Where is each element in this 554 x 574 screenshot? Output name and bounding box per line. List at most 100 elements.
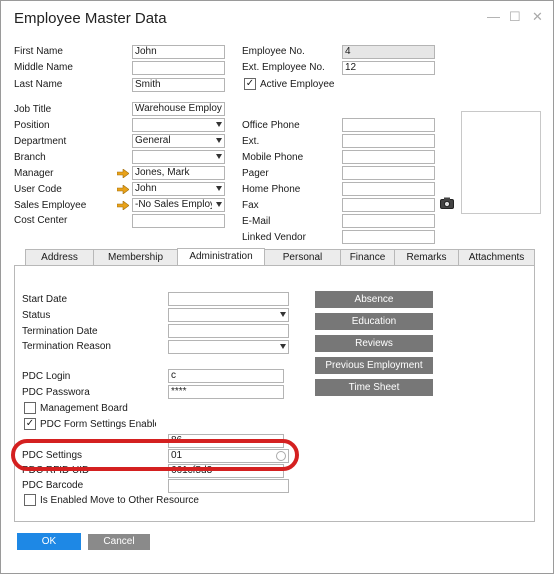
camera-icon[interactable] — [440, 197, 454, 209]
email-field[interactable] — [342, 214, 435, 228]
ok-button[interactable]: OK — [17, 533, 81, 550]
home-phone-label: Home Phone — [242, 184, 301, 195]
employee-picture[interactable] — [461, 111, 541, 214]
pdc-barcode-label: PDC Barcode — [22, 480, 84, 491]
minimize-icon[interactable]: — — [487, 10, 500, 24]
employee-no-label: Employee No. — [242, 46, 305, 57]
link-arrow-icon[interactable] — [117, 185, 129, 194]
chevron-down-icon — [280, 312, 286, 317]
close-icon[interactable]: ✕ — [532, 10, 543, 24]
linked-vendor-field[interactable] — [342, 230, 435, 244]
job-title-field[interactable]: Warehouse Employ — [132, 102, 225, 116]
tab-finance[interactable]: Finance — [340, 249, 395, 265]
linked-vendor-label: Linked Vendor — [242, 232, 306, 243]
tab-administration[interactable]: Administration — [177, 248, 265, 266]
pdc-settings-label: PDC Settings — [22, 450, 83, 461]
management-board-label: Management Board — [40, 403, 128, 414]
ext-employee-no-field[interactable]: 12 — [342, 61, 435, 75]
tab-personal[interactable]: Personal — [264, 249, 341, 265]
ext-field[interactable] — [342, 134, 435, 148]
start-date-field[interactable] — [168, 292, 289, 306]
tab-strip: Address Membership Administration Person… — [25, 248, 535, 266]
office-phone-label: Office Phone — [242, 120, 300, 131]
pdc-settings-field[interactable]: 01 — [168, 449, 289, 463]
pager-field[interactable] — [342, 166, 435, 180]
manager-field[interactable]: Jones, Mark — [132, 166, 225, 180]
last-name-field[interactable]: Smith — [132, 78, 225, 92]
status-label: Status — [22, 310, 51, 321]
chevron-down-icon — [216, 122, 222, 127]
education-button[interactable]: Education — [315, 313, 433, 330]
cost-center-label: Cost Center — [14, 215, 68, 226]
pager-label: Pager — [242, 168, 269, 179]
reviews-button[interactable]: Reviews — [315, 335, 433, 352]
department-value: General — [135, 135, 171, 146]
time-sheet-button[interactable]: Time Sheet — [315, 379, 433, 396]
enabled-move-label: Is Enabled Move to Other Resource — [40, 495, 199, 506]
home-phone-field[interactable] — [342, 182, 435, 196]
pdc-rfid-field[interactable]: 661cf5d3 — [168, 464, 284, 478]
middle-name-field[interactable] — [132, 61, 225, 75]
start-date-label: Start Date — [22, 294, 68, 305]
labor-code-field[interactable]: 86 — [168, 434, 284, 448]
link-arrow-icon[interactable] — [117, 169, 129, 178]
tab-remarks[interactable]: Remarks — [394, 249, 459, 265]
pdc-password-label: PDC Passwora — [22, 387, 90, 398]
ext-label: Ext. — [242, 136, 260, 147]
pdc-settings-value: 01 — [171, 450, 183, 461]
first-name-field[interactable]: John — [132, 45, 225, 59]
position-dropdown[interactable] — [132, 118, 225, 132]
last-name-label: Last Name — [14, 79, 63, 90]
fax-field[interactable] — [342, 198, 435, 212]
pdc-barcode-field[interactable] — [168, 479, 289, 493]
active-employee-checkbox[interactable]: ✓ — [244, 78, 256, 90]
department-label: Department — [14, 136, 67, 147]
mobile-phone-field[interactable] — [342, 150, 435, 164]
user-code-dropdown[interactable]: John — [132, 182, 225, 196]
termination-date-field[interactable] — [168, 324, 289, 338]
tab-address[interactable]: Address — [25, 249, 94, 265]
cancel-button[interactable]: Cancel — [88, 534, 150, 550]
job-title-label: Job Title — [14, 104, 52, 115]
department-dropdown[interactable]: General — [132, 134, 225, 148]
employee-no-field: 4 — [342, 45, 435, 59]
pdc-login-label: PDC Login — [22, 371, 71, 382]
sales-employee-value: -No Sales Employ — [135, 199, 212, 210]
pdc-login-field[interactable]: c — [168, 369, 284, 383]
office-phone-field[interactable] — [342, 118, 435, 132]
branch-dropdown[interactable] — [132, 150, 225, 164]
previous-employment-button[interactable]: Previous Employment — [315, 357, 433, 374]
sales-employee-dropdown[interactable]: -No Sales Employ — [132, 198, 225, 212]
termination-date-label: Termination Date — [22, 326, 98, 337]
termination-reason-dropdown[interactable] — [168, 340, 289, 354]
management-board-checkbox[interactable] — [24, 402, 36, 414]
termination-reason-label: Termination Reason — [22, 341, 111, 352]
enabled-move-checkbox[interactable] — [24, 494, 36, 506]
cost-center-field[interactable] — [132, 214, 225, 228]
sales-employee-label: Sales Employee — [14, 200, 87, 211]
position-label: Position — [14, 120, 50, 131]
link-arrow-icon[interactable] — [117, 201, 129, 210]
middle-name-label: Middle Name — [14, 62, 73, 73]
email-label: E-Mail — [242, 216, 271, 227]
chevron-down-icon — [216, 202, 222, 207]
fax-label: Fax — [242, 200, 259, 211]
tab-attachments[interactable]: Attachments — [458, 249, 535, 265]
absence-button[interactable]: Absence — [315, 291, 433, 308]
pdc-rfid-label: PDC RFID UID — [22, 465, 90, 476]
employee-master-data-window: Employee Master Data — ☐ ✕ First Name Jo… — [0, 0, 554, 574]
branch-label: Branch — [14, 152, 46, 163]
pdc-form-settings-checkbox[interactable]: ✓ — [24, 418, 36, 430]
window-title: Employee Master Data — [14, 10, 167, 27]
status-dropdown[interactable] — [168, 308, 289, 322]
pdc-form-settings-label: PDC Form Settings Enable — [40, 419, 156, 430]
lookup-icon[interactable] — [276, 451, 286, 461]
chevron-down-icon — [216, 138, 222, 143]
ext-employee-no-label: Ext. Employee No. — [242, 62, 325, 73]
mobile-phone-label: Mobile Phone — [242, 152, 304, 163]
user-code-label: User Code — [14, 184, 62, 195]
tab-membership[interactable]: Membership — [93, 249, 178, 265]
pdc-password-field[interactable]: **** — [168, 385, 284, 399]
chevron-down-icon — [216, 186, 222, 191]
maximize-icon[interactable]: ☐ — [509, 10, 521, 24]
